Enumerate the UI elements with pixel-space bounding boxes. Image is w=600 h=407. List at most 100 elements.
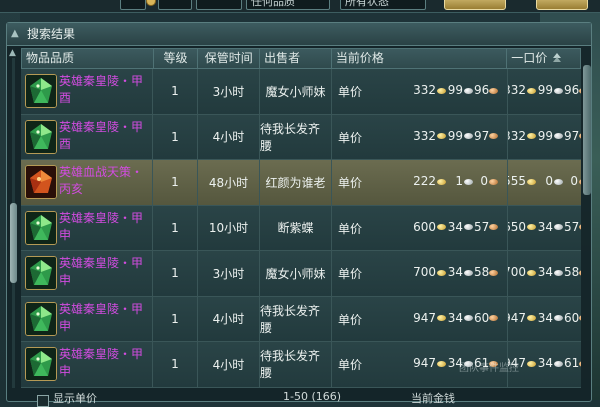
level-cell: 1: [153, 342, 198, 387]
gold-coin-icon: [437, 178, 446, 185]
current-price-cell: 单价 222 1 0: [332, 160, 508, 205]
col-quality[interactable]: 物品品质: [22, 49, 154, 68]
item-name: 英雄秦皇陵・甲申: [59, 256, 144, 287]
current-price: 332 99 97: [408, 129, 499, 143]
silver-coin-icon: [554, 315, 563, 321]
panel-header[interactable]: ▲ 搜索结果: [7, 23, 591, 46]
copper-coin-icon: [579, 87, 581, 94]
buyout-cell: 332 99 97: [508, 115, 581, 160]
col-current-price[interactable]: 当前价格: [332, 49, 508, 68]
current-price: 222 1 0: [408, 174, 499, 188]
item-name: 英雄秦皇陵・甲申: [59, 210, 144, 242]
silver-coin-icon: [464, 224, 473, 230]
silver-amount: 0: [545, 174, 553, 188]
col-duration[interactable]: 保管时间: [198, 49, 261, 68]
jade-gem-icon[interactable]: [25, 119, 57, 154]
gold-coin-icon: [527, 178, 536, 185]
level-cell: 1: [153, 114, 198, 159]
copper-amount: 61: [564, 356, 580, 370]
search-button[interactable]: [444, 0, 506, 10]
item-cell[interactable]: 英雄秦皇陵・甲申: [21, 251, 153, 296]
copper-coin-icon: [489, 87, 498, 94]
item-cell[interactable]: 英雄血战天策・丙亥: [21, 160, 153, 205]
copper-amount: 96: [564, 83, 580, 97]
silver-coin-icon: [554, 133, 563, 139]
buyout-price: 700 34 58: [508, 265, 581, 279]
item-name: 英雄秦皇陵・甲申: [59, 301, 144, 333]
jade-gem-icon[interactable]: [25, 74, 57, 108]
gold-coin-icon: [527, 133, 536, 139]
unit-price-label: 单价: [338, 176, 363, 190]
copper-amount: 58: [474, 265, 490, 279]
gold-amount: 650: [508, 219, 526, 234]
current-price-cell: 单价 600 34 57: [332, 205, 508, 250]
reset-button[interactable]: [536, 0, 588, 10]
buyout-cell: 332 99 96: [508, 69, 581, 114]
item-cell[interactable]: 英雄秦皇陵・甲申: [21, 342, 153, 387]
table-row[interactable]: 英雄秦皇陵・甲申 14小时待我长发齐腰单价 947 34 60 947 34 60: [21, 296, 581, 342]
table-row[interactable]: 英雄秦皇陵・甲酉 14小时待我长发齐腰单价 332 99 97 332 99 97: [21, 114, 581, 160]
page-indicator: 1-50 (166): [283, 390, 342, 403]
silver-coin-icon: [464, 133, 473, 139]
filter-box-b[interactable]: [158, 0, 192, 10]
sort-asc-icon[interactable]: [551, 52, 563, 64]
col-level[interactable]: 等级: [154, 49, 199, 68]
jade-gem-icon[interactable]: [25, 301, 57, 336]
gold-amount: 332: [413, 83, 436, 97]
unit-price-label: 单价: [338, 221, 363, 236]
silver-coin-icon: [554, 224, 563, 230]
jade-gem-icon[interactable]: [25, 210, 57, 245]
table-header: 物品品质 等级 保管时间 出售者 当前价格 一口价: [21, 48, 581, 69]
gold-amount: 332: [413, 128, 436, 143]
item-cell[interactable]: 英雄秦皇陵・甲申: [21, 205, 153, 250]
quality-select[interactable]: 任何品质: [246, 0, 330, 10]
gold-amount: 947: [508, 310, 526, 325]
filter-box-a[interactable]: [120, 0, 146, 10]
silver-coin-icon: [464, 178, 473, 185]
left-scrollbar[interactable]: ▲: [9, 48, 19, 388]
jade-gem-icon[interactable]: [25, 347, 57, 381]
jade-gem-icon[interactable]: [25, 256, 57, 290]
level-cell: 1: [153, 69, 198, 114]
filter-box-c[interactable]: [196, 0, 242, 10]
copper-coin-icon: [579, 269, 581, 276]
gold-amount: 332: [508, 83, 526, 97]
current-price-cell: 单价 332 99 96: [332, 69, 508, 114]
unit-price-label: 单价: [338, 267, 363, 281]
copper-coin-icon: [579, 360, 581, 367]
gold-amount: 332: [508, 128, 526, 143]
seller-cell: 待我长发齐腰: [260, 114, 332, 159]
table-row[interactable]: 英雄秦皇陵・甲酉 13小时魔女小师妹单价 332 99 96 332 99 96: [21, 69, 581, 115]
right-scrollbar[interactable]: [583, 65, 591, 195]
item-cell[interactable]: 英雄秦皇陵・甲申: [21, 296, 153, 341]
gold-coin-icon: [527, 315, 536, 321]
current-price: 700 34 58: [408, 265, 499, 279]
item-cell[interactable]: 英雄秦皇陵・甲酉: [21, 69, 153, 114]
item-cell[interactable]: 英雄秦皇陵・甲酉: [21, 114, 153, 159]
show-unit-checkbox[interactable]: [37, 395, 49, 407]
silver-coin-icon: [554, 178, 563, 185]
status-select[interactable]: 所有状态: [340, 0, 426, 10]
table-row[interactable]: 英雄秦皇陵・甲申 110小时断紫蝶单价 600 34 57 650 34 57: [21, 205, 581, 251]
current-money-label: 当前金钱: [411, 392, 455, 405]
gold-coin-icon: [527, 360, 536, 367]
scroll-thumb[interactable]: [10, 203, 17, 283]
unit-price-label: 单价: [338, 85, 363, 99]
item-name: 英雄血战天策・丙亥: [59, 165, 144, 196]
seller-cell: 魔女小师妹: [260, 69, 332, 114]
item-name: 英雄秦皇陵・甲酉: [59, 74, 144, 105]
table-row[interactable]: 英雄血战天策・丙亥148小时红颜为谁老单价2221055500: [21, 160, 581, 206]
duration-cell: 4小时: [198, 114, 260, 159]
col-buyout[interactable]: 一口价: [507, 49, 580, 68]
filter-toolbar: 任何品质 所有状态: [0, 0, 600, 13]
silver-amount: 34: [537, 310, 553, 325]
red-crystal-icon[interactable]: [25, 165, 57, 199]
gold-coin-icon: [437, 133, 446, 139]
collapse-triangle-icon[interactable]: ▲: [11, 23, 19, 45]
copper-amount: 97: [564, 128, 580, 143]
gold-coin-icon: [437, 224, 446, 230]
scroll-up-icon[interactable]: ▲: [9, 48, 16, 58]
col-seller[interactable]: 出售者: [260, 49, 332, 68]
table-row[interactable]: 英雄秦皇陵・甲申 13小时魔女小师妹单价 700 34 58 700 34 58: [21, 251, 581, 297]
copper-amount: 57: [564, 219, 580, 234]
